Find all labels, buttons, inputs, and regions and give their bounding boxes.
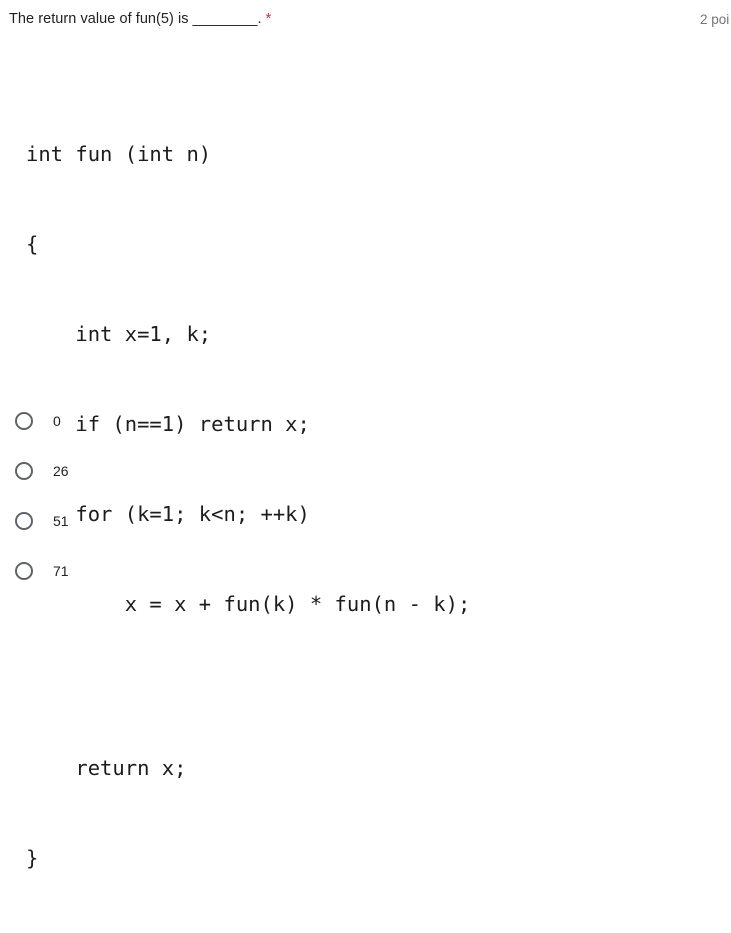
question-title-text: The return value of fun(5) is ________.: [9, 11, 262, 27]
code-line: }: [26, 846, 39, 870]
radio-button-icon[interactable]: [15, 412, 33, 430]
radio-button-icon[interactable]: [15, 462, 33, 480]
code-line: int fun (int n): [26, 142, 212, 166]
code-line: return x;: [26, 756, 187, 780]
radio-button-icon[interactable]: [15, 512, 33, 530]
question-header: The return value of fun(5) is ________. *…: [0, 9, 731, 31]
question-title: The return value of fun(5) is ________. *: [9, 9, 271, 29]
quiz-question-card: The return value of fun(5) is ________. *…: [0, 0, 731, 870]
option-label: 71: [53, 563, 69, 579]
points-label: 2 poi: [700, 12, 730, 27]
option-row-3[interactable]: 71: [0, 546, 731, 596]
answer-options: 0 26 51 71: [0, 396, 731, 596]
option-row-0[interactable]: 0: [0, 396, 731, 446]
required-asterisk: *: [265, 11, 272, 27]
code-line: {: [26, 232, 39, 256]
option-row-1[interactable]: 26: [0, 446, 731, 496]
code-line: int x=1, k;: [26, 322, 212, 346]
radio-button-icon[interactable]: [15, 562, 33, 580]
option-label: 26: [53, 463, 69, 479]
option-label: 51: [53, 513, 69, 529]
option-row-2[interactable]: 51: [0, 496, 731, 546]
option-label: 0: [53, 413, 61, 429]
